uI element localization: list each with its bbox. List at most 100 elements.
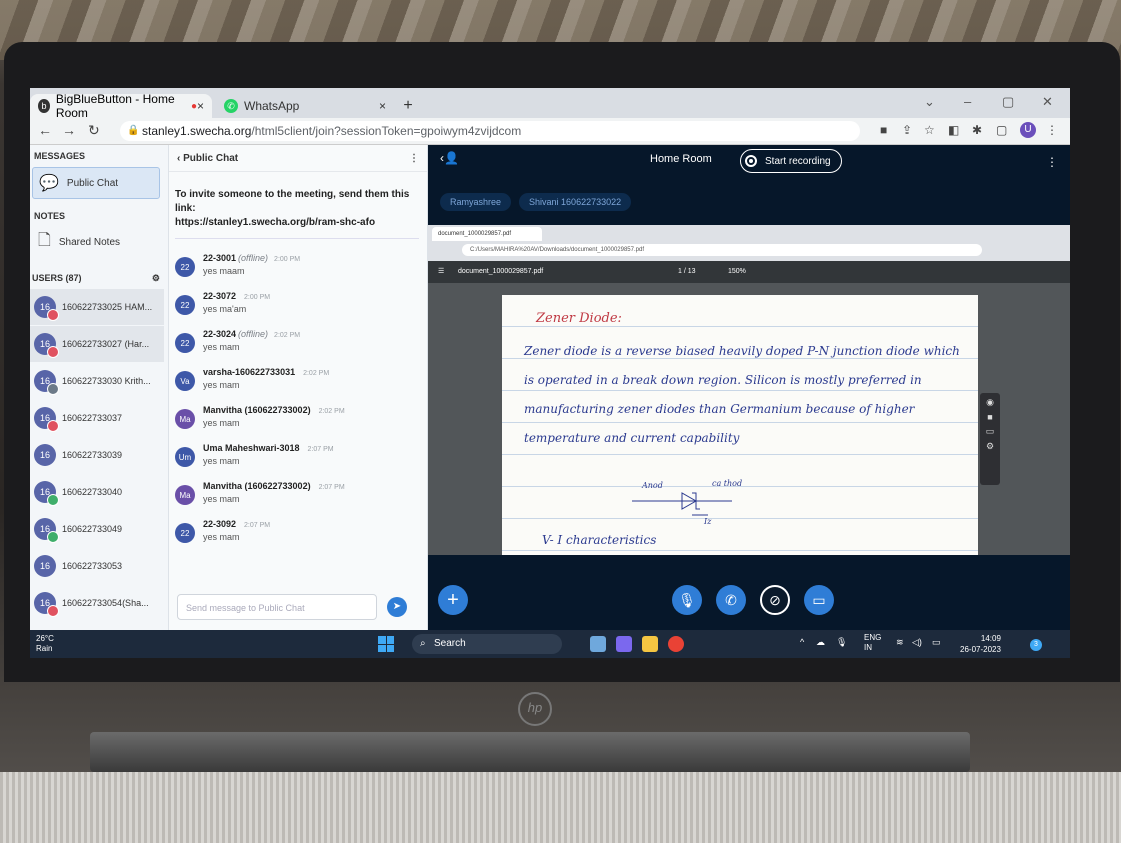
camera-in-use-icon[interactable]: ■: [880, 123, 887, 137]
chat-message-input[interactable]: Send message to Public Chat: [177, 594, 377, 620]
message-sender: Manvitha (160622733002) 2:07 PM: [203, 481, 345, 491]
maximize-icon[interactable]: ▢: [1002, 94, 1014, 110]
message-body: 22-3072 2:00 PM yes ma'am: [203, 291, 270, 321]
media-controls: + 🎙 ✆ ⊘ ▭: [428, 575, 1070, 625]
talker-chip[interactable]: Shivani 160622733022: [519, 193, 632, 211]
user-list-item[interactable]: 16 160622733027 (Har...: [30, 326, 164, 362]
handwritten-note-page: Zener Diode: Zener diode is a reverse bi…: [502, 295, 978, 555]
chat-header: ‹ Public Chat ⋮: [169, 145, 427, 172]
wifi-icon[interactable]: ≋: [896, 637, 904, 648]
new-tab-button[interactable]: +: [398, 96, 418, 116]
minimize-icon[interactable]: –: [964, 94, 971, 109]
camera-off-button[interactable]: ⊘: [760, 585, 790, 615]
puzzle-icon[interactable]: ✱: [972, 123, 982, 137]
user-list-item[interactable]: 16 160622733053: [30, 548, 164, 584]
task-view-icon[interactable]: [590, 636, 606, 652]
bookmark-star-icon[interactable]: ☆: [924, 123, 935, 137]
file-explorer-icon[interactable]: [642, 636, 658, 652]
language-indicator[interactable]: ENG IN: [864, 633, 881, 653]
message-time: 2:07 PM: [307, 446, 334, 453]
user-list-item[interactable]: 16 160622733054(Sha...: [30, 585, 164, 621]
gear-icon[interactable]: ⚙: [152, 273, 160, 284]
tab-whatsapp[interactable]: ✆ WhatsApp ×: [216, 94, 394, 118]
reload-icon[interactable]: ↻: [88, 122, 100, 139]
user-avatar: 16: [34, 555, 56, 577]
actions-plus-button[interactable]: +: [438, 585, 468, 615]
battery-icon[interactable]: ▭: [932, 637, 941, 648]
profile-avatar[interactable]: U: [1020, 122, 1036, 138]
user-list-item[interactable]: 16 160622733037: [30, 400, 164, 436]
user-status-icon: [47, 346, 59, 358]
notification-badge[interactable]: 3: [1030, 639, 1042, 651]
message-body: 22-3024 (offline) 2:02 PM yes mam: [203, 329, 300, 359]
url-host: stanley1.swecha.org: [142, 124, 252, 138]
whatsapp-icon: ✆: [224, 99, 238, 113]
teams-icon[interactable]: [616, 636, 632, 652]
shared-notes-button[interactable]: 🗋 Shared Notes: [32, 227, 160, 257]
chat-message: Va varsha-160622733031 2:02 PM yes mam: [169, 363, 427, 401]
message-time: 2:02 PM: [303, 370, 330, 377]
shared-notes-label: Shared Notes: [58, 236, 121, 248]
show-hidden-icons[interactable]: ^: [800, 637, 804, 647]
sidepanel-icon[interactable]: ▢: [996, 123, 1007, 137]
tab-search-chevron-icon[interactable]: ⌄: [924, 94, 935, 110]
close-tab-icon[interactable]: ×: [197, 99, 204, 113]
user-list-item[interactable]: 16 160622733039: [30, 437, 164, 473]
close-window-icon[interactable]: ✕: [1042, 94, 1053, 110]
send-message-button[interactable]: ➤: [387, 597, 407, 617]
camera-icon[interactable]: ◉: [980, 397, 1000, 408]
close-tab-icon[interactable]: ×: [379, 99, 386, 113]
weather-widget[interactable]: 26°C Rain: [36, 634, 54, 654]
extension-icon[interactable]: ◧: [948, 123, 959, 137]
message-body: varsha-160622733031 2:02 PM yes mam: [203, 367, 329, 397]
tab-bigbluebutton[interactable]: b BigBlueButton - Home Room ● ×: [30, 92, 212, 120]
laptop-keyboard-deck: [0, 772, 1121, 843]
share-icon[interactable]: ⇪: [902, 123, 912, 137]
message-avatar: 22: [175, 333, 195, 353]
user-list-item[interactable]: 16 160622733025 HAM...: [30, 289, 164, 325]
message-list: 22 22-3001 (offline) 2:00 PM yes maam 22 2…: [169, 249, 427, 553]
video-icon[interactable]: ■: [980, 412, 1000, 422]
chat-message: Um Uma Maheshwari-3018 2:07 PM yes mam: [169, 439, 427, 477]
leave-audio-button[interactable]: ✆: [716, 585, 746, 615]
windows-taskbar: 26°C Rain ⌕ Search ^ ☁ 🎙 ENG IN ≋ ◁) ▭ 1…: [30, 630, 1070, 658]
settings-icon[interactable]: ⚙: [980, 441, 1000, 452]
user-list-item[interactable]: 16 160622733030 Krith...: [30, 363, 164, 399]
chat-title[interactable]: Public Chat: [183, 153, 238, 164]
messages-section-title: MESSAGES: [34, 151, 86, 161]
microphone-button[interactable]: 🎙: [672, 585, 702, 615]
laptop-screen: b BigBlueButton - Home Room ● × ✆ WhatsA…: [30, 88, 1070, 658]
public-chat-button[interactable]: 💬 Public Chat: [32, 167, 160, 199]
options-menu-icon[interactable]: ⋮: [1046, 155, 1058, 169]
screen-icon[interactable]: ▭: [980, 426, 1000, 437]
address-bar[interactable]: 🔒 stanley1.swecha.org/html5client/join?s…: [120, 121, 860, 141]
chrome-icon[interactable]: [668, 636, 684, 652]
system-clock[interactable]: 14:09 26-07-2023: [960, 633, 1001, 655]
main-stage: ‹👤 Home Room Start recording ⋮ Ramyashre…: [428, 145, 1070, 630]
tab-label: WhatsApp: [244, 99, 300, 113]
pdf-toolbar: ☰ document_1000029857.pdf 1 / 13 150%: [428, 261, 1070, 283]
message-time: 2:02 PM: [274, 332, 301, 339]
back-icon[interactable]: ←: [38, 122, 52, 138]
user-list-item[interactable]: 16 160622733040: [30, 474, 164, 510]
talker-chip[interactable]: Ramyashree: [440, 193, 512, 211]
onedrive-icon[interactable]: ☁: [816, 637, 825, 648]
microphone-tray-icon[interactable]: 🎙: [836, 637, 847, 648]
share-screen-button[interactable]: ▭: [804, 585, 834, 615]
welcome-message: To invite someone to the meeting, send t…: [175, 188, 419, 239]
toggle-userlist-icon[interactable]: ‹👤: [440, 151, 459, 165]
invite-link[interactable]: https://stanley1.swecha.org/b/ram-shc-af…: [175, 216, 419, 230]
note-body: Zener diode is a reverse biased heavily …: [524, 344, 960, 445]
chat-panel: ‹ Public Chat ⋮ To invite someone to the…: [169, 145, 428, 630]
forward-icon[interactable]: →: [62, 122, 76, 138]
user-list-item[interactable]: 16 160622733049: [30, 511, 164, 547]
start-button[interactable]: [378, 636, 394, 652]
more-options-icon[interactable]: ⋮: [409, 153, 419, 164]
user-avatar: 16: [34, 481, 59, 506]
browser-toolbar: ← → ↻ 🔒 stanley1.swecha.org/html5client/…: [30, 118, 1070, 145]
browser-menu-icon[interactable]: ⋮: [1046, 123, 1058, 137]
taskbar-search[interactable]: ⌕ Search: [412, 634, 562, 654]
volume-icon[interactable]: ◁): [912, 637, 922, 648]
start-recording-button[interactable]: Start recording: [740, 149, 842, 173]
pdf-title: document_1000029857.pdf: [458, 268, 544, 275]
